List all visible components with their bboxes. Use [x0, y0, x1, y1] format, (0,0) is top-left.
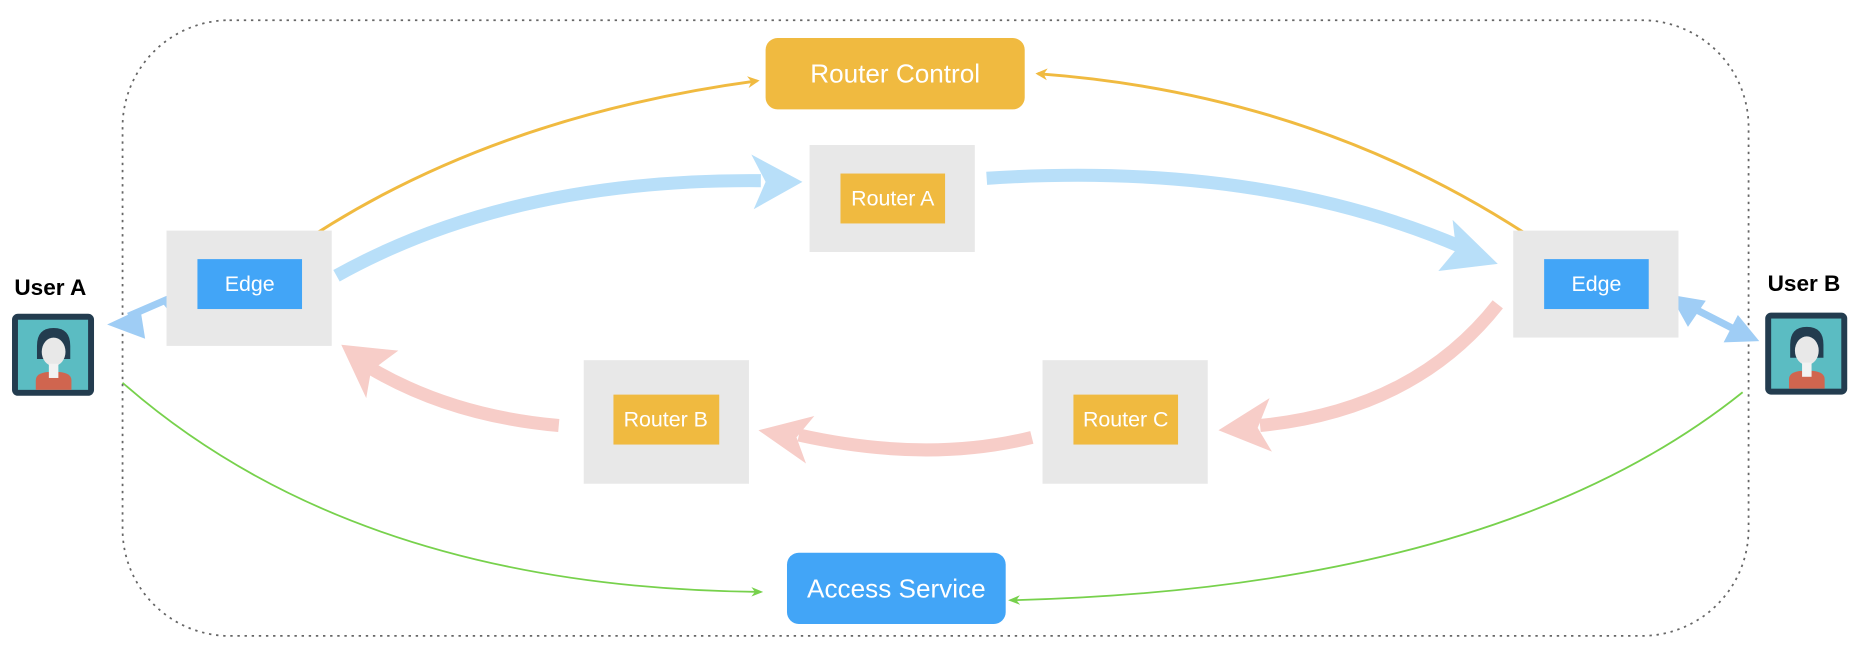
router-c-node[interactable]: Router C	[1042, 360, 1208, 484]
flow-router-b-to-edge	[367, 362, 560, 433]
arrowhead-edge-left	[341, 344, 399, 399]
svg-text:Edge: Edge	[1571, 272, 1621, 296]
svg-text:Edge: Edge	[225, 272, 275, 296]
svg-text:Router A: Router A	[851, 186, 935, 210]
svg-text:Router B: Router B	[624, 408, 708, 432]
system-boundary	[121, 19, 1750, 637]
svg-text:Access Service: Access Service	[807, 573, 986, 603]
svg-text:Router Control: Router Control	[810, 59, 980, 89]
control-link-left	[279, 76, 760, 259]
flow-edge-to-router-c	[1259, 300, 1503, 433]
edge-left-node[interactable]: Edge	[166, 230, 332, 346]
arrowhead-user-a	[107, 309, 146, 339]
flow-router-a-to-edge	[986, 168, 1465, 254]
flow-router-c-to-router-b	[797, 428, 1034, 457]
router-control[interactable]: Router Control	[765, 38, 1025, 110]
user-a-label: User A	[14, 275, 86, 300]
flow-edge-to-router-a	[333, 174, 761, 282]
svg-text:Router C: Router C	[1083, 408, 1169, 432]
user-a-avatar-icon[interactable]	[12, 313, 95, 396]
access-service[interactable]: Access Service	[786, 552, 1006, 625]
control-link-right	[1035, 68, 1562, 259]
network-diagram: Router Control Router A Edge Edge Router…	[12, 19, 1848, 637]
router-b-node[interactable]: Router B	[583, 360, 749, 484]
edge-right-node[interactable]: Edge	[1513, 230, 1679, 338]
user-b-label: User B	[1768, 271, 1841, 296]
user-b-avatar-icon[interactable]	[1765, 312, 1848, 395]
router-a-node[interactable]: Router A	[809, 145, 975, 252]
